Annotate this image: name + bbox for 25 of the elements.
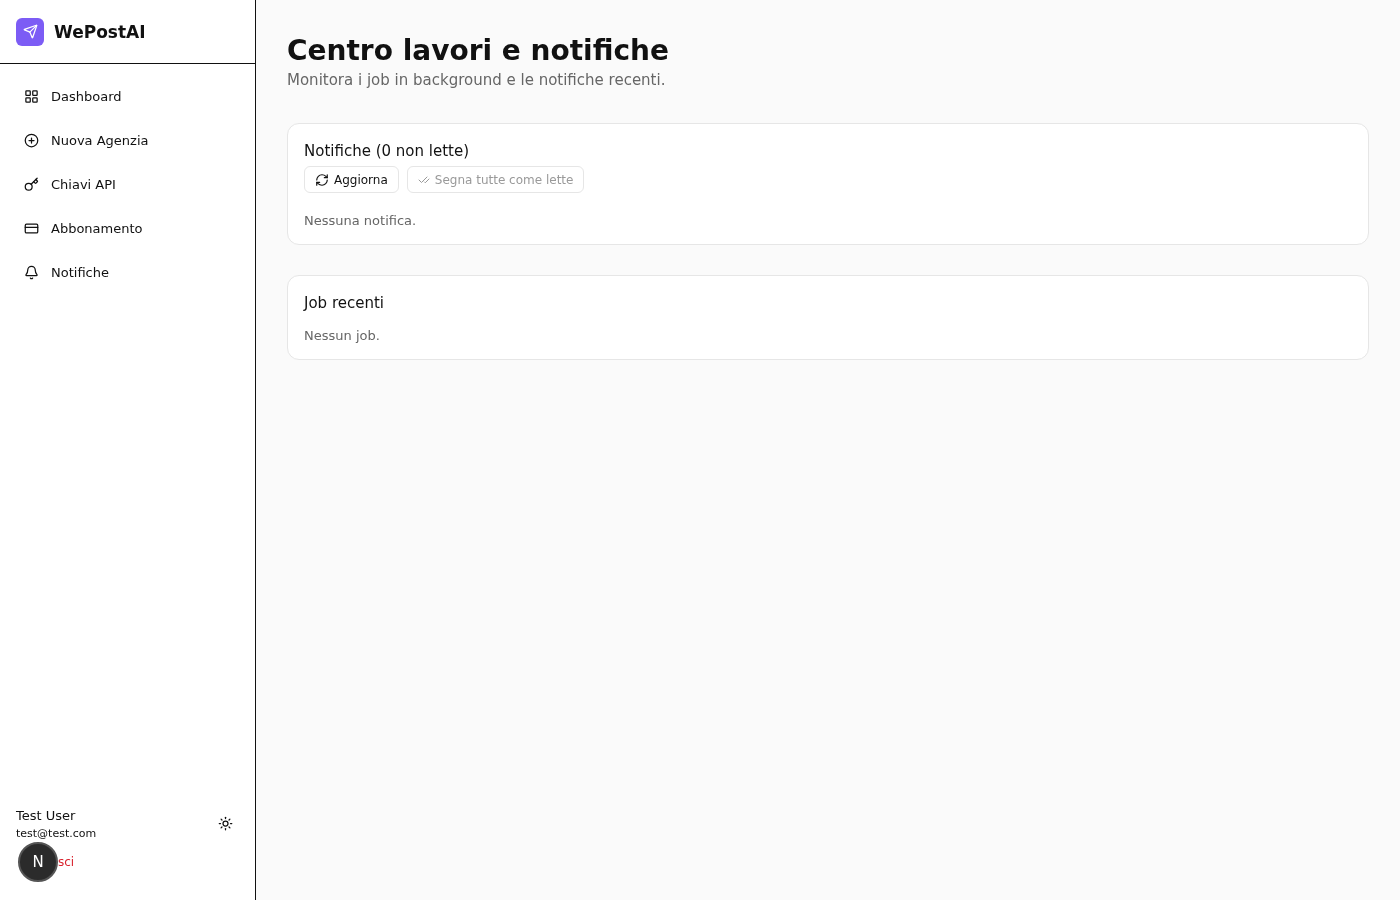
user-name: Test User xyxy=(16,808,77,823)
logout-link[interactable]: sci xyxy=(58,855,75,869)
theme-toggle-icon[interactable] xyxy=(218,816,233,831)
dev-badge[interactable]: N xyxy=(18,842,58,882)
credit-card-icon xyxy=(24,220,39,236)
key-icon xyxy=(24,176,39,192)
empty-message: Nessuna notifica. xyxy=(304,213,418,228)
brand-name: WePostAI xyxy=(54,21,146,42)
user-email: test@test.com xyxy=(16,827,97,840)
page-title: Centro lavori e notifiche xyxy=(287,34,670,67)
nav-item[interactable]: Abbonamento xyxy=(16,206,239,250)
action-button[interactable]: Aggiorna xyxy=(304,166,399,193)
empty-message: Nessun job. xyxy=(304,328,381,343)
plus-circle-icon xyxy=(24,132,39,148)
logo-icon xyxy=(16,17,44,46)
refresh-icon xyxy=(315,172,329,187)
nav-item[interactable]: Nuova Agenzia xyxy=(16,118,239,162)
card-title: Notifiche (0 non lette) xyxy=(304,142,470,160)
card-title: Job recenti xyxy=(304,294,385,312)
nav-item[interactable]: Chiavi API xyxy=(16,162,239,206)
bell-icon xyxy=(24,264,39,280)
nav-item[interactable]: Dashboard xyxy=(16,74,239,118)
grid-icon xyxy=(24,88,39,104)
nav-item[interactable]: Notifiche xyxy=(16,250,239,294)
page-subtitle: Monitora i job in background e le notifiche recenti. xyxy=(287,71,667,89)
